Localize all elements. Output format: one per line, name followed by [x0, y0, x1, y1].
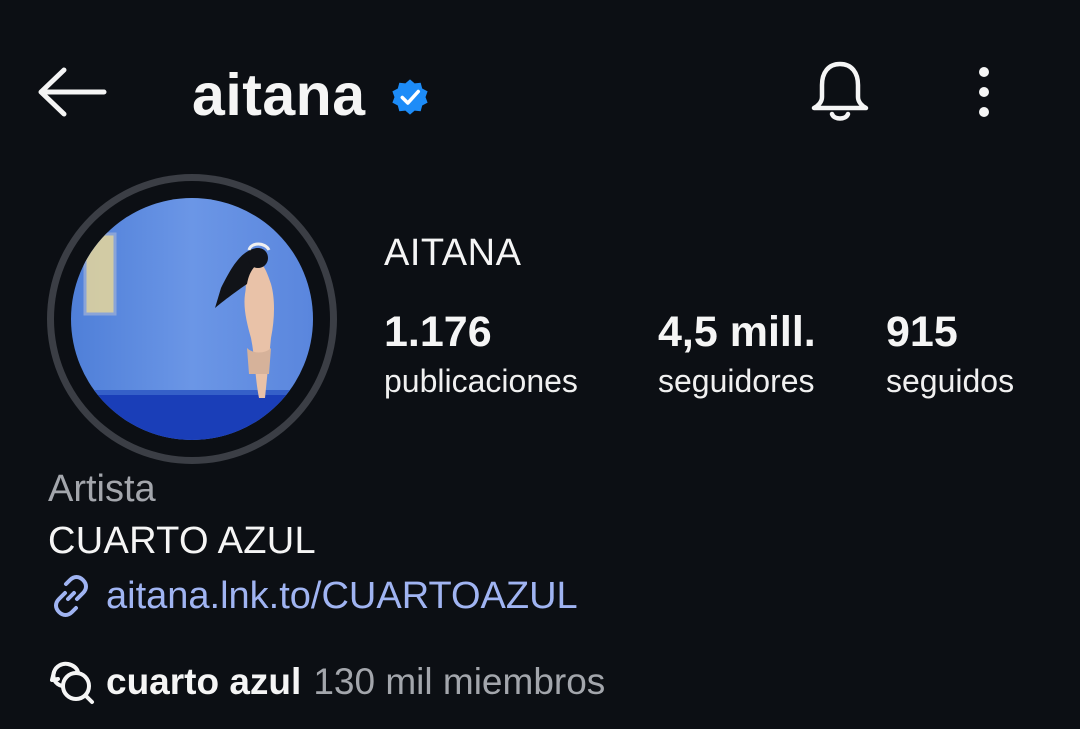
link-icon	[54, 575, 88, 617]
posts-stat[interactable]: 1.176 publicaciones	[384, 306, 578, 402]
more-options-icon	[979, 67, 989, 117]
notification-bell-button[interactable]	[804, 56, 876, 128]
more-options-button[interactable]	[960, 60, 1008, 124]
back-button[interactable]	[34, 62, 110, 122]
username-header: aitana	[192, 50, 432, 140]
profile-screen: aitana AITANA 1.176 publicaciones 4,5 mi…	[0, 0, 1080, 729]
avatar[interactable]	[47, 174, 337, 464]
back-arrow-icon	[38, 67, 107, 117]
profile-category: Artista	[48, 468, 156, 510]
followers-stat[interactable]: 4,5 mill. seguidores	[658, 306, 816, 402]
bio-text: CUARTO AZUL	[48, 520, 316, 562]
avatar-image	[71, 198, 313, 440]
followers-label: seguidores	[658, 363, 815, 399]
notification-bell-icon	[811, 61, 869, 121]
broadcast-channel[interactable]: cuarto azul 130 mil miembros	[48, 656, 605, 708]
link-text: aitana.lnk.to/CUARTOAZUL	[106, 574, 578, 617]
verified-badge-icon	[391, 79, 428, 115]
posts-label: publicaciones	[384, 363, 578, 399]
profile-link[interactable]: aitana.lnk.to/CUARTOAZUL	[48, 570, 578, 622]
channel-members: 130 mil miembros	[313, 661, 606, 702]
username: aitana	[192, 62, 366, 128]
following-stat[interactable]: 915 seguidos	[886, 306, 1014, 402]
chat-bubbles-icon	[50, 661, 94, 704]
display-name: AITANA	[384, 232, 522, 274]
posts-count: 1.176	[384, 308, 492, 356]
channel-name: cuarto azul	[106, 661, 302, 702]
following-label: seguidos	[886, 363, 1015, 399]
followers-count: 4,5 mill.	[658, 308, 816, 356]
following-count: 915	[886, 308, 958, 356]
